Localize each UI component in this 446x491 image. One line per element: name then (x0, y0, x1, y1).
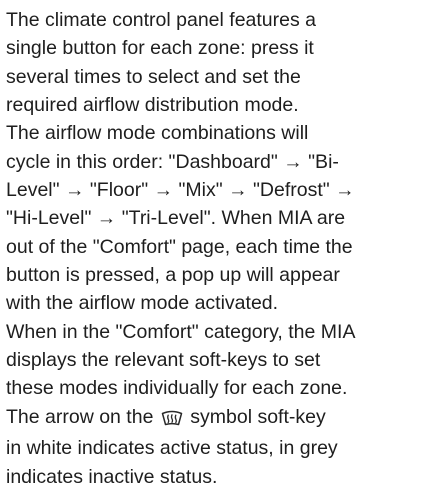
paragraph-mode-cycle: The airflow mode combinations will cycle… (6, 119, 446, 317)
text-fragment: symbol soft-key (184, 405, 326, 428)
text-line: When in the "Comfort" category, the MIA (6, 320, 356, 343)
paragraph-status-indicator: The arrow on the symbol soft-key in whit… (6, 403, 446, 491)
text-line: displays the relevant soft-keys to set (6, 349, 321, 372)
windshield-defrost-icon (161, 406, 183, 434)
instruction-text: The climate control panel features a sin… (0, 0, 446, 491)
text-line: Level" → "Floor" → "Mix" → "Defrost" → (6, 179, 355, 202)
text-line: required airflow distribution mode. (6, 94, 299, 117)
text-fragment: The arrow on the (6, 405, 159, 428)
text-line: with the airflow mode activated. (6, 292, 279, 315)
paragraph-intro: The climate control panel features a sin… (6, 6, 446, 119)
text-line: in white indicates active status, in gre… (6, 437, 338, 460)
paragraph-comfort-category: When in the "Comfort" category, the MIA … (6, 318, 446, 403)
text-line: several times to select and set the (6, 65, 301, 88)
text-line: single button for each zone: press it (6, 37, 314, 60)
text-line: "Hi-Level" → "Tri-Level". When MIA are (6, 207, 346, 230)
text-line: out of the "Comfort" page, each time the (6, 235, 353, 258)
text-line-with-icon: The arrow on the symbol soft-key (6, 403, 446, 434)
text-line: cycle in this order: "Dashboard" → "Bi- (6, 150, 339, 173)
text-line: these modes individually for each zone. (6, 377, 348, 400)
text-line: button is pressed, a pop up will appear (6, 264, 340, 287)
text-line: The airflow mode combinations will (6, 122, 309, 145)
text-line: The climate control panel features a (6, 9, 317, 31)
